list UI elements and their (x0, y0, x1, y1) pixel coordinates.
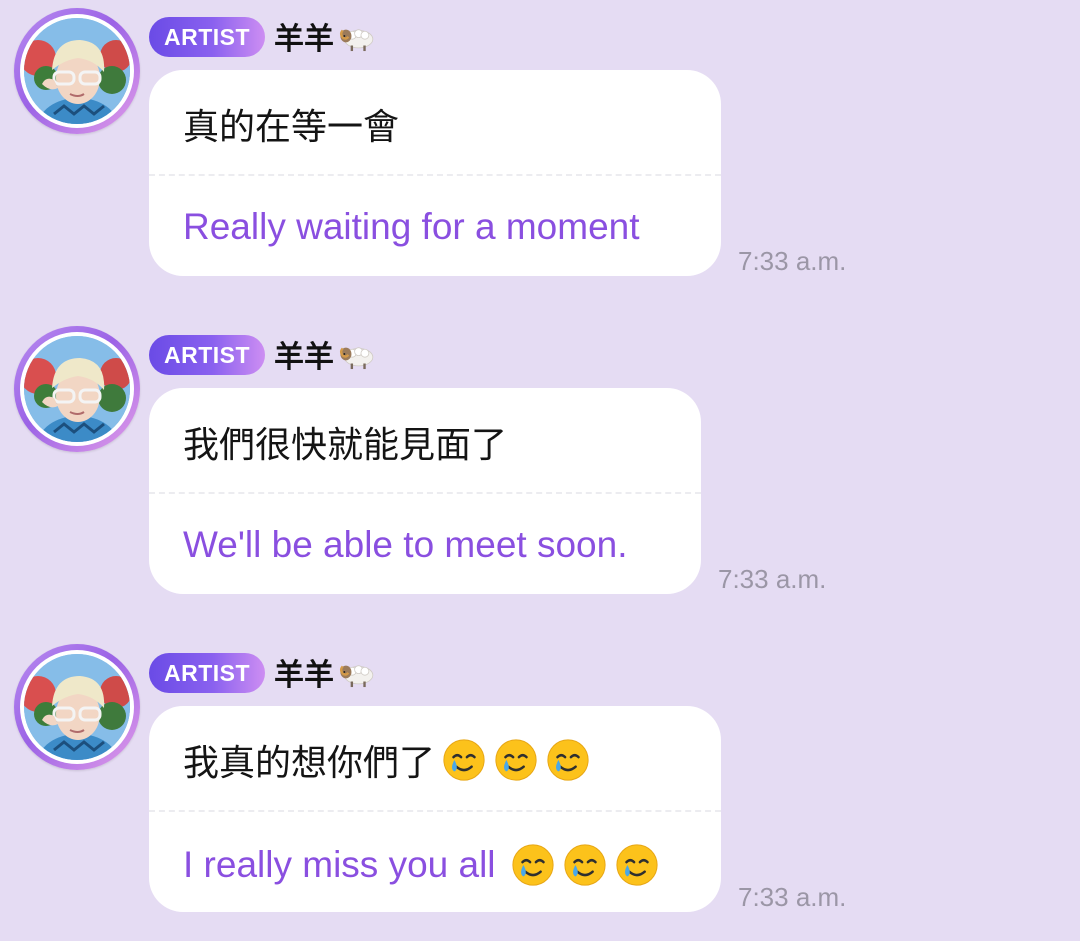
smiling-face-with-tear-icon (441, 737, 487, 783)
translation-text: We'll be able to meet soon. (183, 524, 628, 565)
sender-name[interactable]: 羊羊 (274, 648, 376, 696)
translation-text: I really miss you all (183, 842, 660, 888)
sender-name-text: 羊羊 (274, 22, 334, 57)
divider (149, 174, 721, 176)
avatar[interactable] (14, 8, 140, 134)
ram-icon (338, 655, 376, 689)
artist-badge: ARTIST (149, 335, 265, 375)
smiling-face-with-tear-icon (493, 737, 539, 783)
smiling-face-with-tear-icon (614, 842, 660, 888)
original-text: 真的在等一會 (183, 107, 400, 148)
smiling-face-with-tear-icon (545, 737, 591, 783)
message-bubble[interactable]: 我們很快就能見面了 We'll be able to meet soon. (149, 388, 701, 594)
original-text: 我們很快就能見面了 (183, 425, 508, 466)
timestamp: 7:33 a.m. (738, 246, 847, 276)
original-text: 我真的想你們了 (183, 734, 591, 786)
smiling-face-with-tear-icon (562, 842, 608, 888)
avatar-photo (24, 654, 130, 760)
chat-message: ARTIST 羊羊 我們很快就能見面了 We'll be able to mee… (0, 318, 1080, 618)
divider (149, 810, 721, 812)
ram-icon (338, 337, 376, 371)
timestamp: 7:33 a.m. (718, 564, 827, 594)
sender-name[interactable]: 羊羊 (274, 12, 376, 60)
artist-badge: ARTIST (149, 17, 265, 57)
ram-icon (338, 19, 376, 53)
avatar[interactable] (14, 644, 140, 770)
translation-text: Really waiting for a moment (183, 206, 640, 247)
avatar-photo (24, 18, 130, 124)
avatar-photo (24, 336, 130, 442)
sender-name-text: 羊羊 (274, 658, 334, 693)
divider (149, 492, 701, 494)
chat-message: ARTIST 羊羊 真的在等一會 Really waiting for a mo… (0, 0, 1080, 300)
timestamp: 7:33 a.m. (738, 882, 847, 912)
avatar[interactable] (14, 326, 140, 452)
message-bubble[interactable]: 我真的想你們了 I really miss you all (149, 706, 721, 912)
smiling-face-with-tear-icon (510, 842, 556, 888)
chat-message: ARTIST 羊羊 我真的想你們了 I really miss you all … (0, 636, 1080, 936)
artist-badge: ARTIST (149, 653, 265, 693)
sender-name[interactable]: 羊羊 (274, 330, 376, 378)
sender-name-text: 羊羊 (274, 340, 334, 375)
message-bubble[interactable]: 真的在等一會 Really waiting for a moment (149, 70, 721, 276)
